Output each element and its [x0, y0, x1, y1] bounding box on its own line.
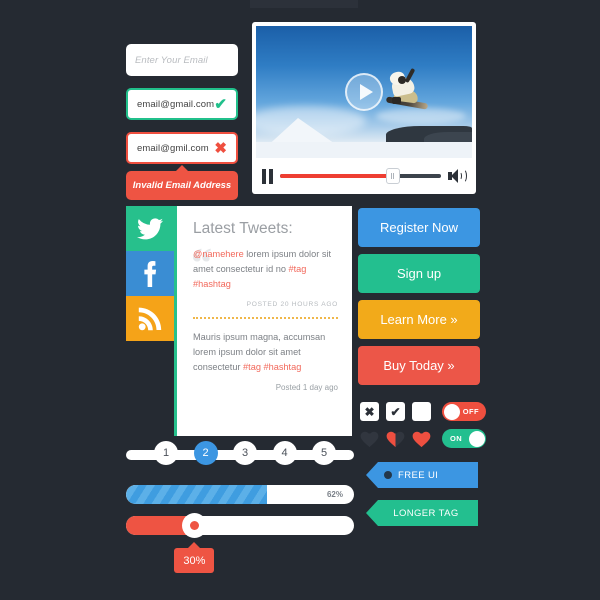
email-input-placeholder: Enter Your Email: [135, 54, 208, 66]
toggle-switch-on[interactable]: ON: [442, 429, 486, 448]
progress-bar: 62%: [126, 485, 354, 504]
toggle-knob: [468, 430, 485, 447]
heart-icon-full[interactable]: [412, 430, 431, 448]
toggle-off-label: OFF: [462, 407, 479, 416]
video-progress-handle[interactable]: [385, 168, 400, 184]
checkbox-checked[interactable]: ✔: [386, 402, 405, 421]
rss-icon[interactable]: [126, 296, 174, 341]
video-progress-fill: [280, 174, 393, 178]
tweet-tag[interactable]: #hashtag: [264, 362, 302, 372]
tweet-tag[interactable]: #tag: [289, 264, 307, 274]
video-controls: [256, 158, 472, 194]
snow-field: [256, 142, 472, 158]
tweet-tag[interactable]: #hashtag: [193, 279, 231, 289]
tweet-item: “ @namehere lorem ipsum dolor sit amet c…: [191, 243, 338, 308]
progress-fill: [126, 485, 268, 504]
tweets-title: Latest Tweets:: [193, 220, 293, 237]
pagination-page-3[interactable]: 3: [233, 441, 257, 465]
latest-tweets-panel: Latest Tweets: “ @namehere lorem ipsum d…: [174, 206, 352, 436]
email-input-empty[interactable]: Enter Your Email: [126, 44, 238, 76]
tweet-tag[interactable]: #tag: [243, 362, 261, 372]
top-cropped-bar: [250, 0, 358, 8]
tag-hole-icon: [384, 471, 392, 479]
snowboarder-figure: [384, 67, 430, 112]
social-icon-column: [126, 206, 174, 341]
tag-label: FREE UI: [398, 469, 439, 481]
facebook-icon[interactable]: [126, 251, 174, 296]
tag-free-ui[interactable]: FREE UI: [366, 462, 478, 488]
email-input-invalid-value: email@gmil.com: [137, 142, 209, 154]
heart-rating-row: ON: [360, 429, 486, 448]
cta-button-group: Register Now Sign up Learn More » Buy To…: [358, 208, 480, 392]
tag-longer-tag[interactable]: LONGER TAG: [366, 500, 478, 526]
checkbox-cross[interactable]: ✖: [360, 402, 379, 421]
heart-icon-half[interactable]: [386, 430, 405, 448]
cross-icon: ✖: [214, 139, 227, 157]
pagination-page-1[interactable]: 1: [154, 441, 178, 465]
learn-more-button[interactable]: Learn More »: [358, 300, 480, 339]
twitter-icon[interactable]: [126, 206, 174, 251]
slider-handle[interactable]: [181, 513, 207, 538]
pagination-page-2[interactable]: 2: [193, 441, 218, 465]
tweet-divider: [193, 316, 338, 319]
play-icon[interactable]: [345, 73, 383, 111]
video-progress-track[interactable]: [280, 168, 441, 184]
pagination-page-5[interactable]: 5: [312, 441, 336, 465]
tweet-timestamp: POSTED 20 HOURS AGO: [246, 300, 338, 308]
email-input-invalid[interactable]: email@gmil.com ✖: [126, 132, 238, 164]
checkbox-empty[interactable]: [412, 402, 431, 421]
tweet-text: @namehere lorem ipsum dolor sit amet con…: [193, 247, 338, 292]
tag-group: FREE UI LONGER TAG: [366, 462, 478, 538]
video-player[interactable]: [252, 22, 476, 194]
range-slider[interactable]: 30%: [126, 513, 354, 573]
heart-icon-empty[interactable]: [360, 430, 379, 448]
video-screen[interactable]: [256, 26, 472, 158]
email-input-valid-value: email@gmail.com: [137, 98, 215, 110]
progress-label: 62%: [326, 490, 343, 499]
email-input-valid[interactable]: email@gmail.com ✔: [126, 88, 238, 120]
email-form-group: Enter Your Email email@gmail.com ✔ email…: [126, 44, 238, 200]
tweet-text: Mauris ipsum magna, accumsan lorem ipsum…: [193, 330, 338, 375]
volume-icon[interactable]: [448, 168, 467, 184]
pagination[interactable]: 12345: [126, 441, 354, 465]
toggle-knob: [443, 403, 460, 420]
toggle-switch-off[interactable]: OFF: [442, 402, 486, 421]
pause-icon[interactable]: [262, 168, 273, 184]
validation-error-message: Invalid Email Address: [126, 165, 238, 200]
slider-value-tooltip: 30%: [174, 542, 215, 573]
checkbox-toggle-row: ✖ ✔ OFF: [360, 402, 486, 421]
toggle-on-label: ON: [450, 434, 463, 443]
buy-today-button[interactable]: Buy Today »: [358, 346, 480, 385]
check-icon: ✔: [214, 95, 227, 113]
sign-up-button[interactable]: Sign up: [358, 254, 480, 293]
register-now-button[interactable]: Register Now: [358, 208, 480, 247]
tag-label: LONGER TAG: [393, 507, 459, 519]
tweet-item: Mauris ipsum magna, accumsan lorem ipsum…: [193, 330, 338, 393]
tweet-handle[interactable]: @namehere: [193, 249, 244, 259]
tweet-timestamp: Posted 1 day ago: [275, 383, 338, 393]
pagination-page-4[interactable]: 4: [272, 441, 297, 465]
